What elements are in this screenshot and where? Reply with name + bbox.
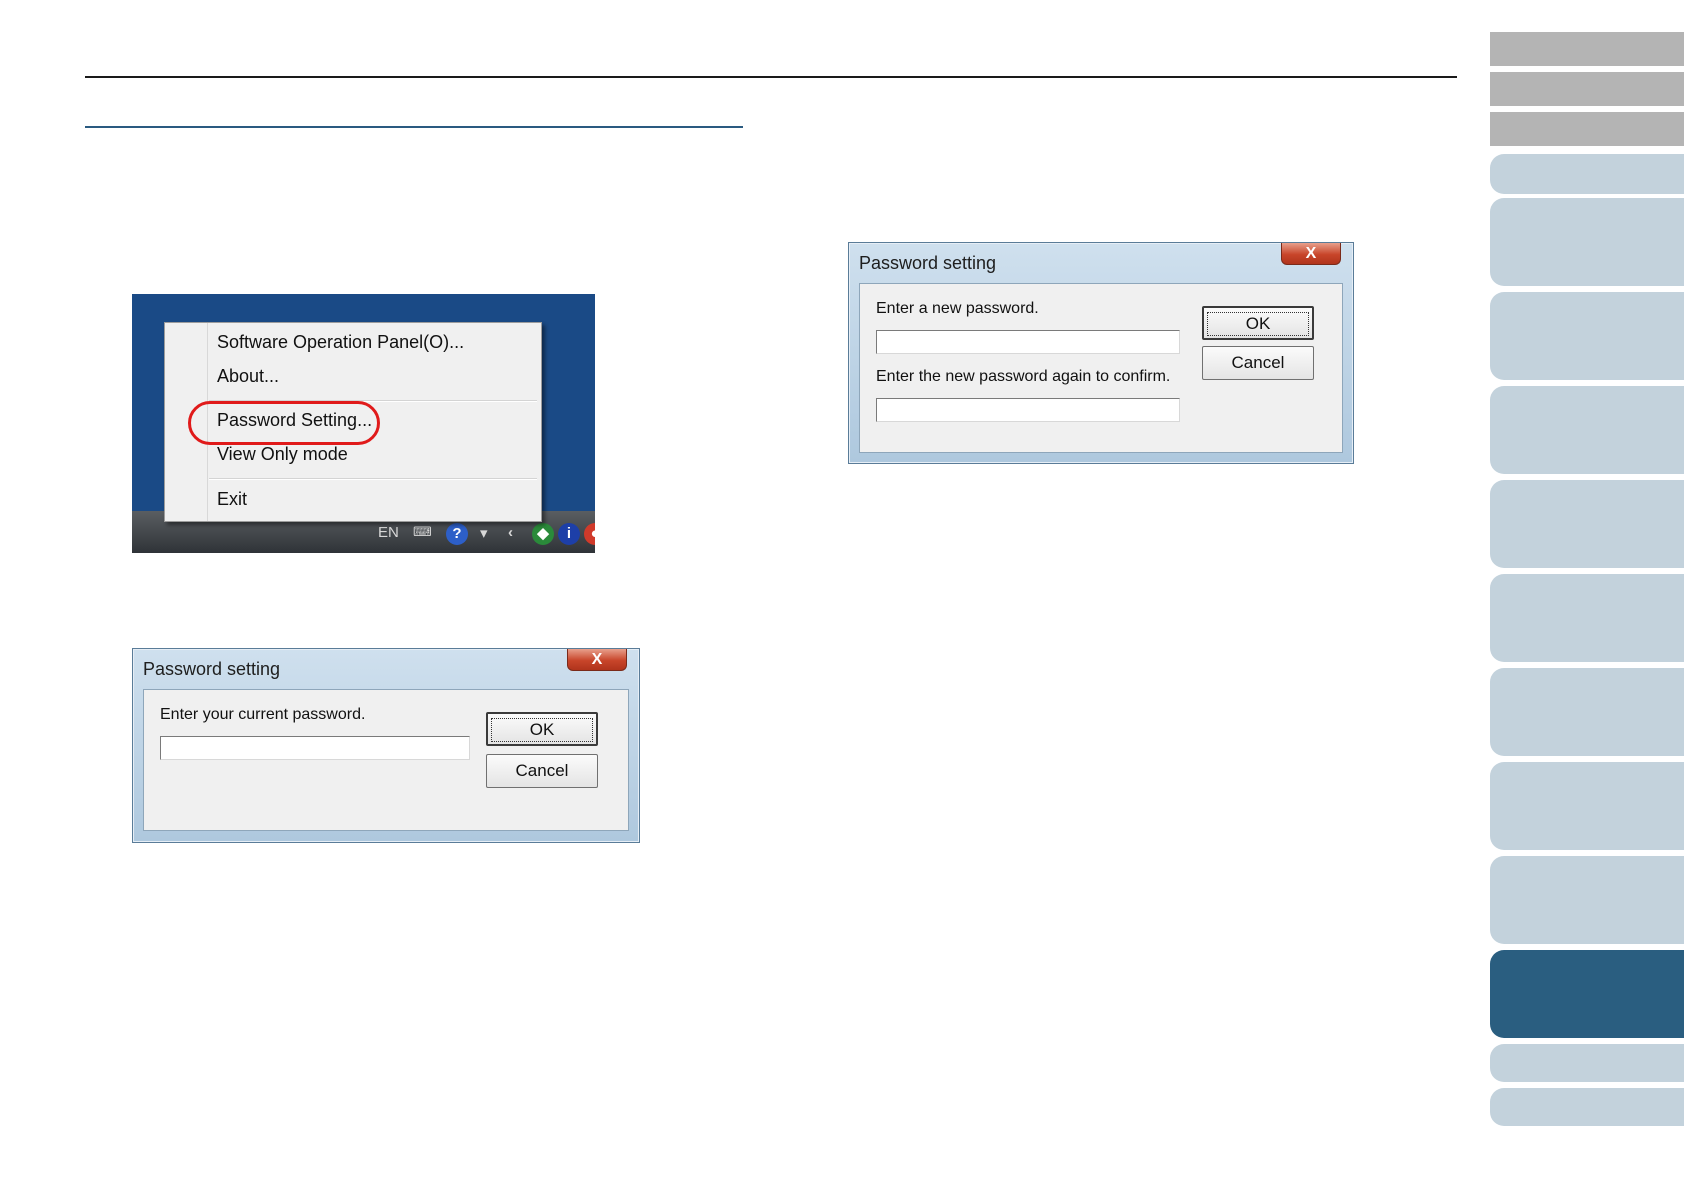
side-tab-14[interactable] (1490, 1044, 1684, 1082)
menu-item-about[interactable]: About... (217, 366, 279, 387)
menu-item-view-only-mode[interactable]: View Only mode (217, 444, 348, 465)
side-tab-11[interactable] (1490, 762, 1684, 850)
confirm-password-input[interactable] (876, 398, 1180, 422)
highlight-ring (188, 401, 380, 445)
side-tab-4[interactable] (1490, 154, 1684, 194)
scanner-tray-icon[interactable]: ◆ (532, 523, 554, 545)
side-tab-5[interactable] (1490, 198, 1684, 286)
cancel-button[interactable]: Cancel (486, 754, 598, 788)
new-password-dialog: Password setting X Enter a new password.… (848, 242, 1354, 464)
menu-separator (209, 478, 537, 480)
menu-item-software-operation-panel[interactable]: Software Operation Panel(O)... (217, 332, 464, 353)
side-tab-7[interactable] (1490, 386, 1684, 474)
taskbar-menu-screenshot: EN ⌨ ? ▾ ‹ ◆ i ● Software Operation Pane… (132, 294, 595, 553)
side-tab-2[interactable] (1490, 72, 1684, 106)
side-tab-1[interactable] (1490, 32, 1684, 66)
dialog-title: Password setting (859, 253, 997, 273)
close-button[interactable]: X (567, 649, 627, 671)
new-password-input[interactable] (876, 330, 1180, 354)
header-rule (85, 76, 1457, 78)
app-tray-icon[interactable]: ● (584, 523, 595, 545)
side-tab-3[interactable] (1490, 112, 1684, 146)
side-tab-6[interactable] (1490, 292, 1684, 380)
dialog-body: Enter a new password. Enter the new pass… (859, 283, 1343, 453)
dialog-title: Password setting (143, 659, 281, 679)
chevron-left-icon[interactable]: ‹ (508, 524, 513, 541)
side-tab-9[interactable] (1490, 574, 1684, 662)
side-tab-13-active[interactable] (1490, 950, 1684, 1038)
dialog-body: Enter your current password. OK Cancel (143, 689, 629, 831)
ok-button[interactable]: OK (1202, 306, 1314, 340)
keyboard-icon[interactable]: ⌨ (413, 524, 432, 540)
side-tab-15[interactable] (1490, 1088, 1684, 1126)
cancel-button[interactable]: Cancel (1202, 346, 1314, 380)
side-tab-8[interactable] (1490, 480, 1684, 568)
help-icon[interactable]: ? (446, 523, 468, 545)
side-tab-12[interactable] (1490, 856, 1684, 944)
ok-button[interactable]: OK (486, 712, 598, 746)
chevron-down-icon[interactable]: ▾ (480, 524, 488, 542)
current-password-input[interactable] (160, 736, 470, 760)
current-password-label: Enter your current password. (160, 706, 366, 723)
menu-item-exit[interactable]: Exit (217, 489, 247, 510)
close-button[interactable]: X (1281, 243, 1341, 265)
new-password-label: Enter a new password. (876, 300, 1039, 317)
section-heading-rule (85, 126, 743, 128)
side-tab-10[interactable] (1490, 668, 1684, 756)
info-icon[interactable]: i (558, 523, 580, 545)
confirm-password-label: Enter the new password again to confirm. (876, 368, 1171, 385)
current-password-dialog: Password setting X Enter your current pa… (132, 648, 640, 843)
language-indicator[interactable]: EN (378, 524, 399, 541)
